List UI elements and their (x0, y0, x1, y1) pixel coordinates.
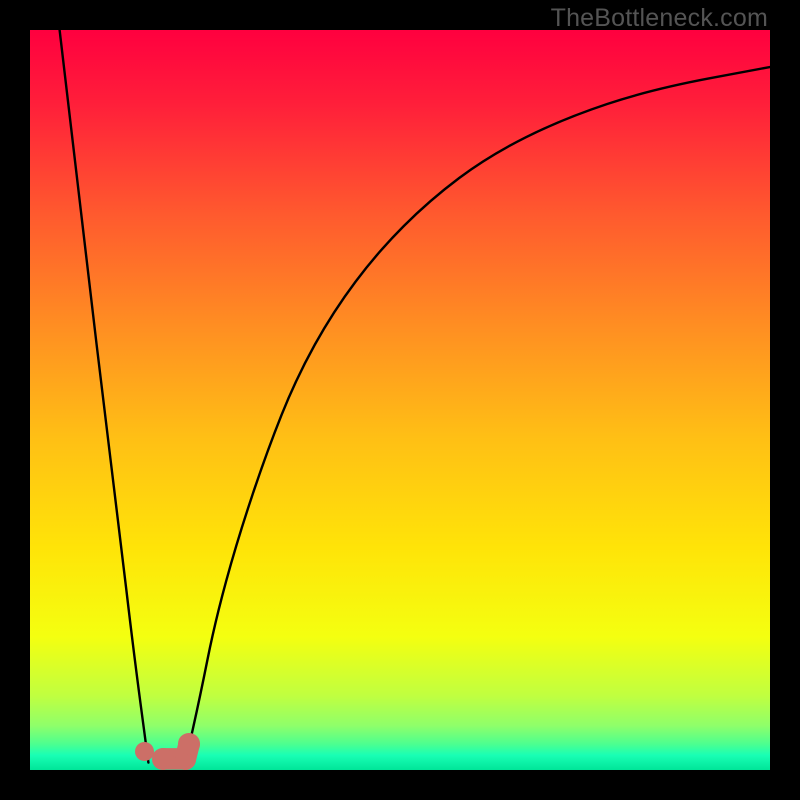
watermark-text: TheBottleneck.com (551, 4, 768, 33)
plot-area (30, 30, 770, 770)
outer-frame: TheBottleneck.com (0, 0, 800, 800)
marker-pill-left (152, 748, 173, 769)
gradient-background (30, 30, 770, 770)
marker-pill-tip (178, 733, 199, 754)
chart-canvas (30, 30, 770, 770)
